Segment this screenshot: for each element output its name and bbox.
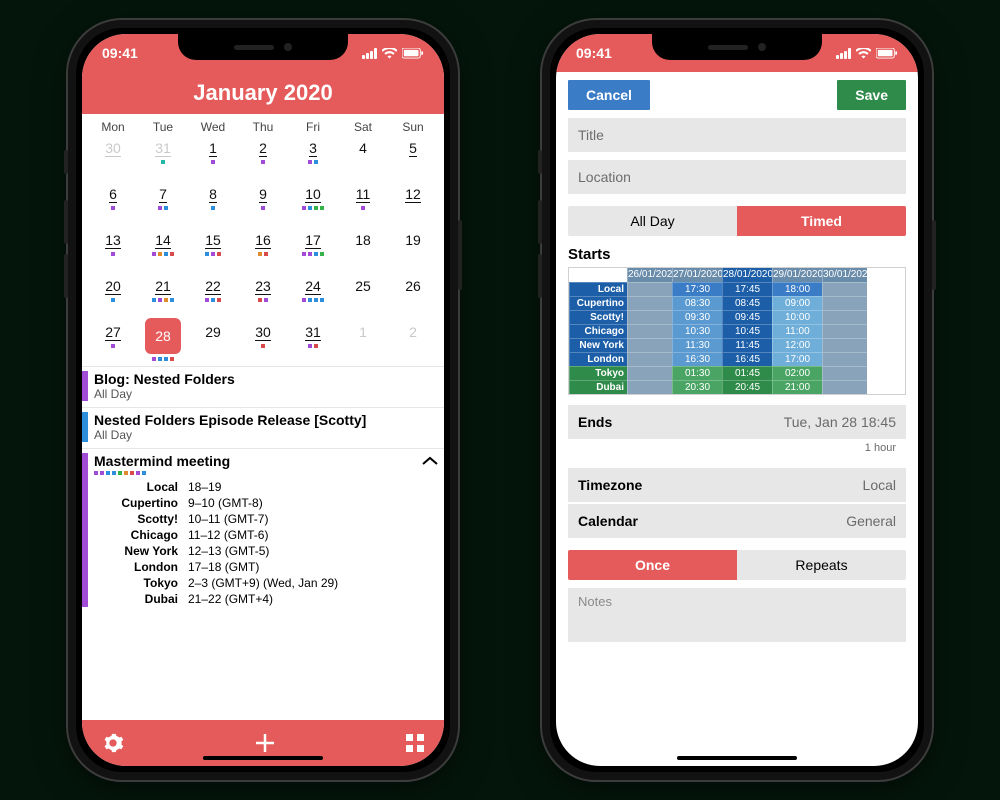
signal-icon bbox=[836, 48, 851, 59]
timezone-picker-grid[interactable]: 26/01/202027/01/202028/01/202029/01/2020… bbox=[568, 267, 906, 395]
settings-icon[interactable] bbox=[102, 732, 124, 754]
day-cell[interactable]: 12 bbox=[388, 182, 438, 224]
event-row[interactable]: Blog: Nested Folders All Day bbox=[82, 366, 444, 407]
day-cell[interactable]: 24 bbox=[288, 274, 338, 316]
day-cell[interactable]: 20 bbox=[88, 274, 138, 316]
day-cell[interactable]: 17 bbox=[288, 228, 338, 270]
title-field[interactable]: Title bbox=[568, 118, 906, 152]
day-cell[interactable]: 14 bbox=[138, 228, 188, 270]
day-cell[interactable]: 19 bbox=[388, 228, 438, 270]
day-cell[interactable]: 26 bbox=[388, 274, 438, 316]
repeat-segment[interactable]: Once Repeats bbox=[568, 550, 906, 580]
day-cell[interactable]: 10 bbox=[288, 182, 338, 224]
seg-timed[interactable]: Timed bbox=[737, 206, 906, 236]
day-cell[interactable]: 2 bbox=[238, 136, 288, 178]
chevron-up-icon[interactable] bbox=[422, 456, 438, 466]
phone-event-editor: 09:41 Cancel Save Title Location All Day… bbox=[540, 18, 934, 782]
timezone-row[interactable]: Timezone Local bbox=[568, 468, 906, 502]
day-cell[interactable]: 1 bbox=[338, 320, 388, 362]
day-cell[interactable]: 16 bbox=[238, 228, 288, 270]
day-cell[interactable]: 27 bbox=[88, 320, 138, 362]
duration-label: 1 hour bbox=[568, 439, 906, 454]
phone-calendar: 09:41 January 2020 MonTueWedThuFriSatSun… bbox=[66, 18, 460, 782]
day-cell[interactable]: 5 bbox=[388, 136, 438, 178]
notes-field[interactable]: Notes bbox=[568, 588, 906, 642]
ends-row[interactable]: Ends Tue, Jan 28 18:45 bbox=[568, 405, 906, 439]
battery-icon bbox=[876, 48, 898, 59]
day-cell[interactable]: 30 bbox=[238, 320, 288, 362]
day-cell[interactable]: 7 bbox=[138, 182, 188, 224]
day-cell[interactable]: 8 bbox=[188, 182, 238, 224]
save-button[interactable]: Save bbox=[837, 80, 906, 110]
day-cell[interactable]: 3 bbox=[288, 136, 338, 178]
day-cell[interactable]: 28 bbox=[138, 320, 188, 362]
add-button[interactable] bbox=[253, 731, 277, 755]
day-cell[interactable]: 31 bbox=[138, 136, 188, 178]
day-cell[interactable]: 11 bbox=[338, 182, 388, 224]
allday-timed-segment[interactable]: All Day Timed bbox=[568, 206, 906, 236]
day-cell[interactable]: 23 bbox=[238, 274, 288, 316]
day-cell[interactable]: 1 bbox=[188, 136, 238, 178]
weekday-row: MonTueWedThuFriSatSun bbox=[82, 114, 444, 136]
location-field[interactable]: Location bbox=[568, 160, 906, 194]
day-cell[interactable]: 15 bbox=[188, 228, 238, 270]
day-cell[interactable]: 30 bbox=[88, 136, 138, 178]
battery-icon bbox=[402, 48, 424, 59]
day-cell[interactable]: 9 bbox=[238, 182, 288, 224]
calendar-row[interactable]: Calendar General bbox=[568, 504, 906, 538]
day-cell[interactable]: 18 bbox=[338, 228, 388, 270]
day-cell[interactable]: 22 bbox=[188, 274, 238, 316]
grid-view-icon[interactable] bbox=[406, 734, 424, 752]
day-cell[interactable]: 29 bbox=[188, 320, 238, 362]
status-time: 09:41 bbox=[102, 45, 138, 61]
day-cell[interactable]: 21 bbox=[138, 274, 188, 316]
starts-label: Starts bbox=[568, 246, 906, 263]
month-title[interactable]: January 2020 bbox=[82, 72, 444, 114]
day-cell[interactable]: 4 bbox=[338, 136, 388, 178]
seg-repeats[interactable]: Repeats bbox=[737, 550, 906, 580]
day-cell[interactable]: 6 bbox=[88, 182, 138, 224]
seg-allday[interactable]: All Day bbox=[568, 206, 737, 236]
day-cell[interactable]: 25 bbox=[338, 274, 388, 316]
cancel-button[interactable]: Cancel bbox=[568, 80, 650, 110]
wifi-icon bbox=[382, 48, 397, 59]
day-cell[interactable]: 13 bbox=[88, 228, 138, 270]
wifi-icon bbox=[856, 48, 871, 59]
event-expanded[interactable]: Mastermind meeting Local18–19Cupertino9–… bbox=[82, 448, 444, 613]
day-cell[interactable]: 2 bbox=[388, 320, 438, 362]
seg-once[interactable]: Once bbox=[568, 550, 737, 580]
signal-icon bbox=[362, 48, 377, 59]
status-time: 09:41 bbox=[576, 45, 612, 61]
event-row[interactable]: Nested Folders Episode Release [Scotty] … bbox=[82, 407, 444, 448]
month-grid[interactable]: 3031123456789101112131415161718192021222… bbox=[82, 136, 444, 362]
day-cell[interactable]: 31 bbox=[288, 320, 338, 362]
